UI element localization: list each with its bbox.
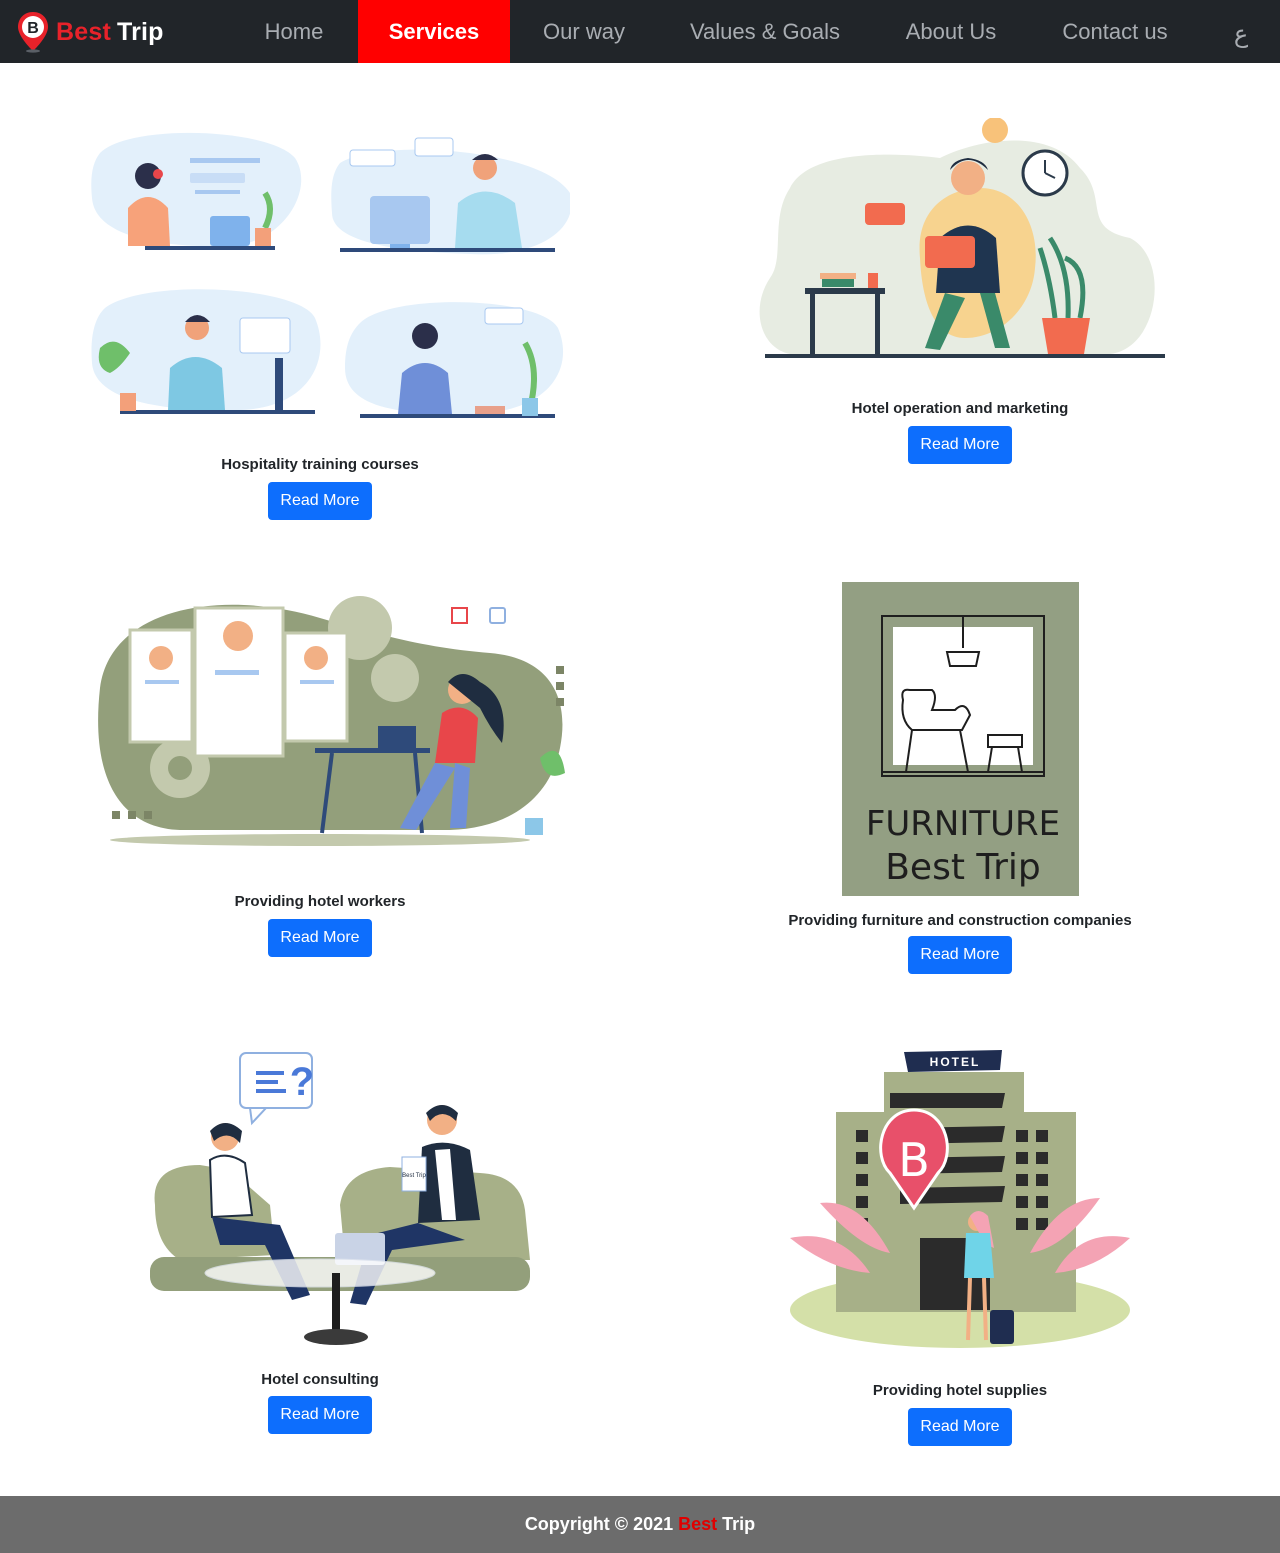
service-card-furniture: FURNITURE Best Trip Providing furniture … [700, 580, 1220, 980]
hotel-logo-letter: B [898, 1133, 930, 1187]
consulting-folder-label: Best Trip [402, 1173, 426, 1179]
service-title-supplies: Providing hotel supplies [872, 1382, 1048, 1399]
nav-home[interactable]: Home [244, 0, 344, 63]
nav-values-goals[interactable]: Values & Goals [676, 0, 854, 63]
footer-brand-trip: Trip [722, 1514, 756, 1534]
read-more-operation[interactable]: Read More [908, 426, 1012, 464]
service-title-workers: Providing hotel workers [234, 893, 406, 910]
furniture-image-heading: FURNITURE [866, 804, 1060, 844]
service-title-training: Hospitality training courses [221, 456, 419, 473]
nav-our-way[interactable]: Our way [524, 0, 644, 63]
service-title-consulting: Hotel consulting [261, 1371, 379, 1388]
service-title-operation: Hotel operation and marketing [851, 400, 1069, 417]
training-illustration [91, 132, 570, 418]
brand-name: Best Trip [56, 18, 164, 47]
nav-services[interactable]: Services [358, 0, 510, 63]
read-more-consulting[interactable]: Read More [268, 1396, 372, 1434]
language-toggle[interactable]: ع [1226, 0, 1256, 63]
service-card-workers: Providing hotel workers Read More [60, 578, 580, 958]
service-card-supplies: HOTEL B Providing hotel supplies Read Mo… [700, 1048, 1220, 1458]
read-more-workers[interactable]: Read More [268, 919, 372, 957]
operation-illustration [759, 118, 1165, 358]
hotel-supplies-illustration: HOTEL B [790, 1050, 1130, 1348]
service-title-furniture: Providing furniture and construction com… [788, 912, 1132, 929]
brand-trip: Trip [117, 17, 164, 46]
footer-copyright: Copyright © 2021 [524, 1514, 674, 1534]
hotel-sign-label: HOTEL [930, 1055, 981, 1069]
service-card-training: Hospitality training courses Read More [60, 118, 580, 528]
furniture-image-brand: Best Trip [885, 847, 1041, 888]
footer: Copyright © 2021 Best Trip [0, 1496, 1280, 1553]
nav-about-us[interactable]: About Us [888, 0, 1014, 63]
furniture-illustration: FURNITURE Best Trip [842, 582, 1079, 896]
nav-contact-us[interactable]: Contact us [1046, 0, 1184, 63]
service-card-operation: Hotel operation and marketing Read More [700, 118, 1220, 468]
read-more-supplies[interactable]: Read More [908, 1408, 1012, 1446]
read-more-training[interactable]: Read More [268, 482, 372, 520]
service-card-consulting: ? Best Trip Hotel consulting Read More [60, 1045, 580, 1445]
workers-illustration [98, 596, 565, 846]
consulting-illustration: ? Best Trip [150, 1052, 530, 1345]
brand-logo-link[interactable]: B Best Trip [16, 10, 164, 54]
footer-brand-best: Best [678, 1514, 718, 1534]
read-more-furniture[interactable]: Read More [908, 936, 1012, 974]
svg-text:?: ? [290, 1060, 314, 1104]
map-pin-logo-icon: B [18, 12, 48, 53]
svg-text:B: B [27, 20, 39, 37]
brand-best: Best [56, 17, 111, 46]
top-navbar: B Best Trip Home Services Our way Values … [0, 0, 1280, 63]
